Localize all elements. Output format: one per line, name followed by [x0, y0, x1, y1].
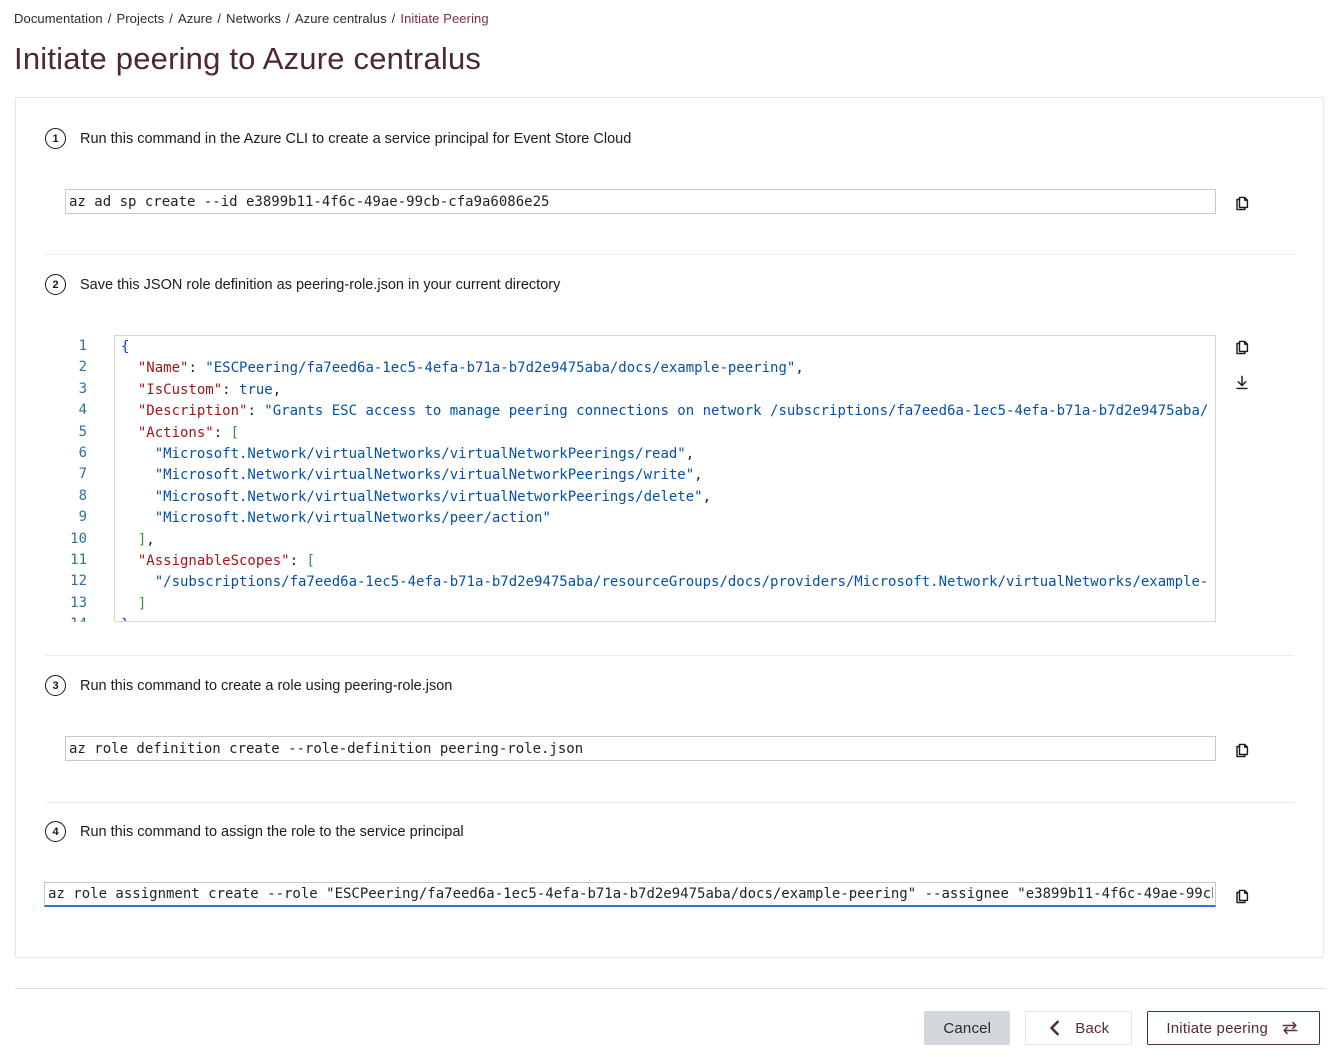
code-line: "AssignableScopes": [: [121, 551, 1215, 572]
step-1: 1 Run this command in the Azure CLI to c…: [16, 128, 1323, 214]
steps-card: 1 Run this command in the Azure CLI to c…: [15, 97, 1324, 958]
step-2-instruction: Save this JSON role definition as peerin…: [80, 277, 560, 293]
step-2-number-badge: 2: [45, 274, 66, 295]
initiate-peering-label: Initiate peering: [1166, 1020, 1268, 1037]
step-1-command-input[interactable]: [65, 189, 1216, 214]
breadcrumb: Documentation / Projects / Azure / Networks / Az…: [0, 0, 1339, 26]
code-line: {: [121, 337, 1215, 358]
line-number: 14: [65, 614, 87, 622]
step-4: 4 Run this command to assign the role to…: [16, 821, 1323, 907]
step-4-instruction: Run this command to assign the role to t…: [80, 824, 464, 840]
code-line: "Name": "ESCPeering/fa7eed6a-1ec5-4efa-b…: [121, 358, 1215, 379]
copy-icon: [1232, 191, 1252, 213]
back-button-label: Back: [1075, 1020, 1109, 1037]
step-3-number-badge: 3: [45, 675, 66, 696]
code-line: "Microsoft.Network/virtualNetworks/virtu…: [121, 444, 1215, 465]
code-gutter: 1234567891011121314: [65, 335, 87, 622]
step-3-command-input[interactable]: [65, 736, 1216, 761]
code-line: "Actions": [: [121, 423, 1215, 444]
code-line: ]: [121, 594, 1215, 615]
footer-divider: [15, 988, 1324, 989]
breadcrumb-separator: /: [286, 11, 290, 26]
swap-arrows-icon: [1279, 1018, 1301, 1038]
line-number: 13: [65, 593, 87, 614]
step-3-instruction: Run this command to create a role using …: [80, 678, 452, 694]
copy-icon[interactable]: [1232, 884, 1252, 906]
line-number: 4: [65, 400, 87, 421]
footer-actions: Cancel Back Initiate peering: [19, 1011, 1320, 1045]
chevron-left-icon: [1048, 1020, 1062, 1036]
divider: [45, 254, 1294, 255]
code-line: "Description": "Grants ESC access to man…: [121, 401, 1215, 422]
step-4-number-badge: 4: [45, 821, 66, 842]
line-number: 3: [65, 379, 87, 400]
breadcrumb-item[interactable]: Azure: [178, 11, 212, 26]
line-number: 1: [65, 336, 87, 357]
line-number: 11: [65, 550, 87, 571]
line-number: 10: [65, 529, 87, 550]
code-editor[interactable]: { "Name": "ESCPeering/fa7eed6a-1ec5-4efa…: [114, 335, 1216, 622]
step-1-instruction: Run this command in the Azure CLI to cre…: [80, 131, 631, 147]
code-line: "/subscriptions/fa7eed6a-1ec5-4efa-b71a-…: [121, 572, 1215, 593]
page-title: Initiate peering to Azure centralus: [14, 41, 1325, 77]
breadcrumb-separator: /: [169, 11, 173, 26]
line-number: 6: [65, 443, 87, 464]
copy-icon[interactable]: [1232, 738, 1252, 760]
back-button[interactable]: Back: [1025, 1011, 1132, 1045]
line-number: 12: [65, 571, 87, 592]
code-line: "IsCustom": true,: [121, 380, 1215, 401]
copy-icon[interactable]: [1232, 335, 1252, 357]
code-line: }: [121, 615, 1215, 622]
breadcrumb-separator: /: [392, 11, 396, 26]
step-3: 3 Run this command to create a role usin…: [16, 675, 1323, 761]
divider: [45, 802, 1294, 803]
copy-icon[interactable]: [1232, 191, 1252, 213]
step-2: 2 Save this JSON role definition as peer…: [16, 274, 1323, 622]
json-code-block: 1234567891011121314 { "Name": "ESCPeerin…: [65, 335, 1252, 622]
breadcrumb-item[interactable]: Networks: [226, 11, 281, 26]
copy-icon: [1232, 884, 1252, 906]
copy-icon: [1232, 335, 1252, 357]
line-number: 5: [65, 422, 87, 443]
step-1-number-badge: 1: [45, 128, 66, 149]
initiate-peering-button[interactable]: Initiate peering: [1147, 1011, 1320, 1045]
code-line: "Microsoft.Network/virtualNetworks/peer/…: [121, 508, 1215, 529]
breadcrumb-item[interactable]: Documentation: [14, 11, 103, 26]
cancel-button[interactable]: Cancel: [924, 1011, 1010, 1045]
code-line: ],: [121, 530, 1215, 551]
download-icon: [1232, 372, 1252, 394]
code-line: "Microsoft.Network/virtualNetworks/virtu…: [121, 487, 1215, 508]
breadcrumb-current: Initiate Peering: [400, 11, 488, 26]
line-number: 8: [65, 486, 87, 507]
line-number: 9: [65, 507, 87, 528]
breadcrumb-separator: /: [108, 11, 112, 26]
line-number: 2: [65, 357, 87, 378]
download-icon[interactable]: [1232, 372, 1252, 394]
copy-icon: [1232, 738, 1252, 760]
step-4-command-input[interactable]: [44, 882, 1216, 907]
breadcrumb-separator: /: [217, 11, 221, 26]
breadcrumb-item[interactable]: Azure centralus: [295, 11, 387, 26]
breadcrumb-item[interactable]: Projects: [116, 11, 164, 26]
code-line: "Microsoft.Network/virtualNetworks/virtu…: [121, 465, 1215, 486]
line-number: 7: [65, 464, 87, 485]
divider: [45, 655, 1294, 656]
